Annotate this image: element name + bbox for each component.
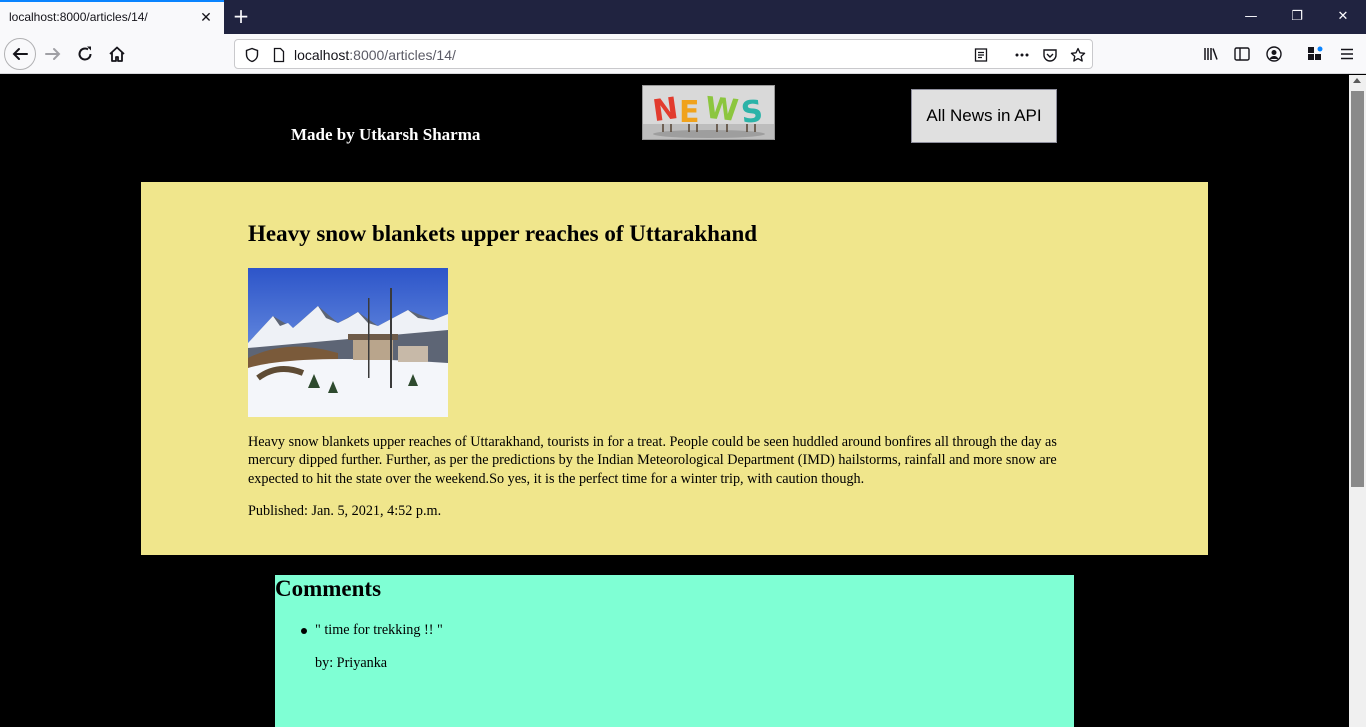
comment-author: by: Priyanka [315, 655, 388, 671]
pocket-icon[interactable] [1041, 46, 1059, 64]
navigation-bar: localhost:8000/articles/14/ [0, 34, 1366, 74]
close-window-icon[interactable]: ✕ [1320, 0, 1366, 34]
url-text[interactable]: localhost:8000/articles/14/ [294, 47, 456, 63]
svg-text:S: S [739, 94, 764, 131]
article-body: Heavy snow blankets upper reaches of Utt… [248, 434, 1057, 487]
published-date: Published: Jan. 5, 2021, 4:52 p.m. [248, 503, 442, 519]
article-card: Heavy snow blankets upper reaches of Utt… [141, 182, 1208, 555]
url-path: :8000/articles/14/ [349, 47, 456, 63]
page-viewport: Made by Utkarsh Sharma N E W S All News … [0, 75, 1349, 727]
restore-icon[interactable]: ❐ [1274, 0, 1320, 34]
scrollbar-thumb[interactable] [1351, 91, 1364, 487]
forward-button-icon[interactable] [37, 38, 69, 70]
comments-heading: Comments [275, 576, 382, 601]
svg-text:N: N [651, 91, 681, 129]
vertical-scrollbar[interactable] [1349, 75, 1366, 727]
news-logo-art: N E W S [643, 86, 774, 139]
comment-list: " time for trekking !! " by: Priyanka [301, 622, 443, 672]
home-icon[interactable] [101, 38, 133, 70]
active-tab[interactable]: localhost:8000/articles/14/ ✕ [0, 0, 224, 34]
made-by-text: Made by Utkarsh Sharma [291, 125, 481, 144]
comments-section: Comments " time for trekking !! " by: Pr… [275, 575, 1074, 727]
menu-icon[interactable] [1337, 44, 1357, 64]
bookmark-star-icon[interactable] [1069, 46, 1087, 64]
back-button-icon[interactable] [4, 38, 36, 70]
page-info-icon[interactable] [270, 46, 288, 64]
url-host: localhost [294, 47, 350, 63]
sidebar-icon[interactable] [1232, 44, 1252, 64]
bullet-icon [301, 628, 307, 634]
article-image [248, 268, 448, 417]
close-tab-icon[interactable]: ✕ [197, 9, 215, 27]
news-logo: N E W S [642, 85, 775, 140]
shield-icon[interactable] [243, 46, 261, 64]
scroll-up-icon[interactable] [1353, 78, 1361, 83]
new-tab-icon[interactable]: + [230, 6, 252, 28]
comment-item: " time for trekking !! " by: Priyanka [301, 622, 443, 672]
comment-text: " time for trekking !! " [315, 622, 443, 638]
url-bar[interactable]: localhost:8000/articles/14/ [234, 39, 1093, 69]
svg-text:W: W [703, 91, 740, 129]
article-title: Heavy snow blankets upper reaches of Utt… [248, 221, 758, 246]
more-actions-icon[interactable] [1013, 46, 1031, 64]
tab-bar: localhost:8000/articles/14/ ✕ + — ❐ ✕ [0, 0, 1366, 34]
tab-title: localhost:8000/articles/14/ [9, 10, 148, 24]
library-icon[interactable] [1201, 44, 1221, 64]
account-icon[interactable] [1264, 44, 1284, 64]
all-news-api-button[interactable]: All News in API [911, 89, 1057, 143]
reload-icon[interactable] [69, 38, 101, 70]
reader-view-icon[interactable] [972, 46, 990, 64]
minimize-icon[interactable]: — [1228, 0, 1274, 34]
extensions-icon[interactable] [1305, 44, 1325, 64]
